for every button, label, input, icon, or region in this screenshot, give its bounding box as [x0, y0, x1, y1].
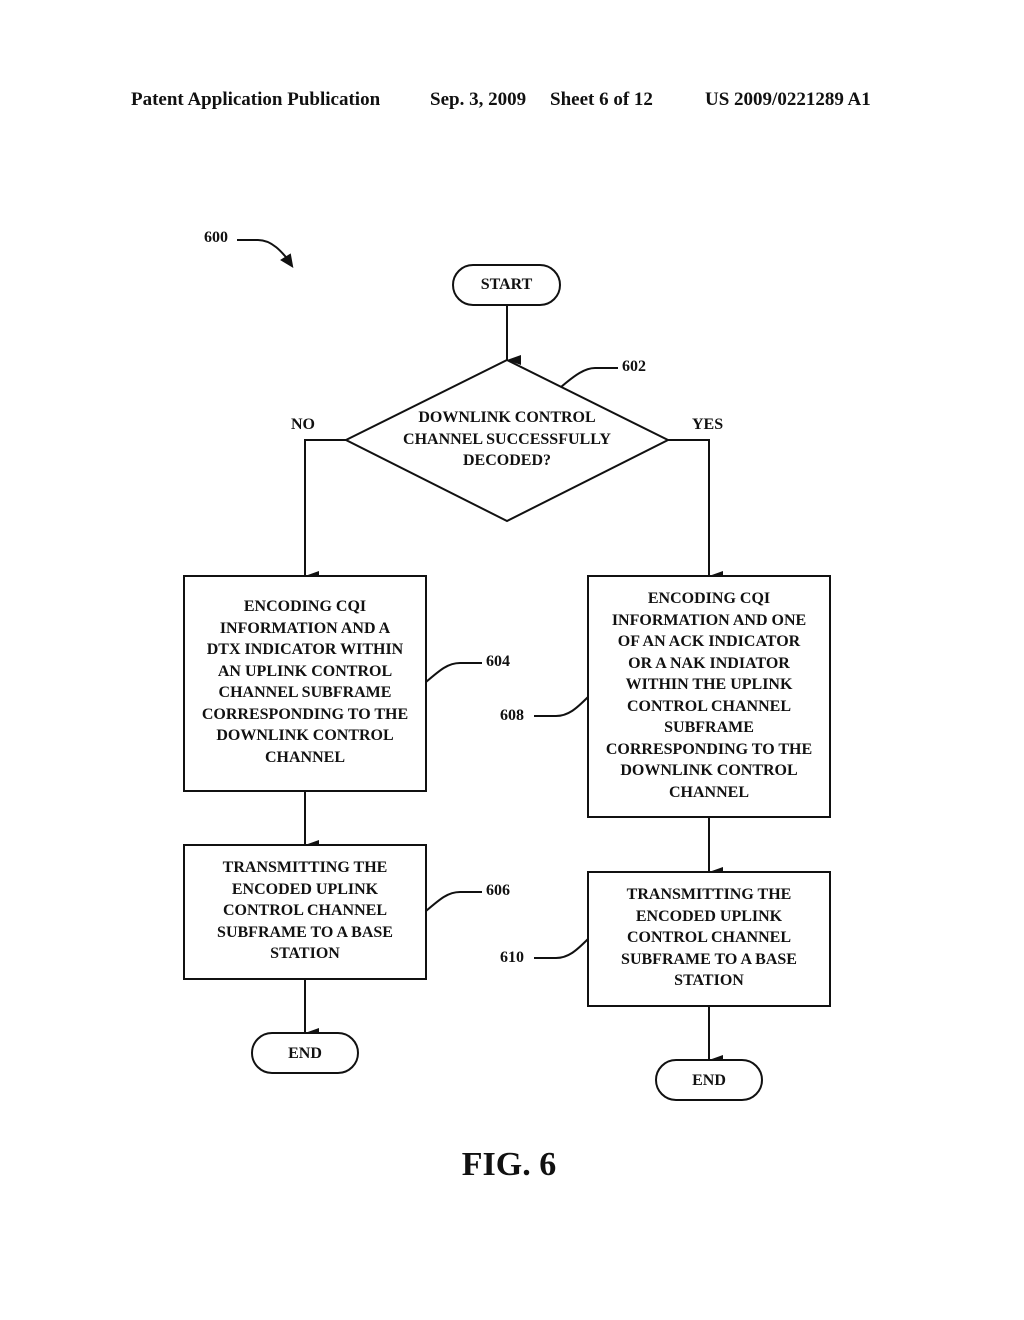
connector-no-branch [304, 439, 346, 581]
step-line: CONTROL CHANNEL [222, 902, 388, 919]
step-line: ENCODED UPLINK [231, 880, 379, 898]
step-line: CHANNEL [668, 783, 749, 801]
step-line: TRANSMITTING THE [222, 859, 388, 876]
leader-602 [560, 367, 618, 388]
step-604-text: ENCODING CQI INFORMATION AND A DTX INDIC… [184, 596, 426, 768]
step-line: AN UPLINK CONTROL [217, 662, 393, 680]
connector-yes-branch [668, 439, 723, 581]
no-branch-label: NO [291, 416, 315, 433]
step-line: TRANSMITTING THE [626, 886, 792, 903]
decision-text: DOWNLINK CONTROL CHANNEL SUCCESSFULLY DE… [357, 407, 657, 472]
step-line: DOWNLINK CONTROL [620, 762, 798, 779]
step-line: CONTROL CHANNEL [626, 929, 792, 946]
step-line: INFORMATION AND A [219, 619, 391, 637]
step-line: WITHIN THE UPLINK [625, 676, 793, 693]
ref-602: 602 [622, 358, 646, 375]
end-right-label: END [692, 1072, 726, 1089]
ref-610: 610 [500, 949, 524, 966]
step-line: CORRESPONDING TO THE [605, 740, 813, 758]
ref-608: 608 [500, 707, 524, 724]
start-terminal-label: START [480, 276, 533, 293]
step-608-text: ENCODING CQI INFORMATION AND ONE OF AN A… [588, 588, 830, 803]
figure-ref-label: 600 [204, 229, 228, 246]
step-line: SUBFRAME TO A BASE [217, 923, 393, 941]
step-line: STATION [270, 945, 340, 962]
step-line: CHANNEL [264, 748, 345, 766]
step-line: ENCODING CQI [647, 590, 771, 607]
step-line: OF AN ACK INDICATOR [617, 633, 801, 650]
step-line: CHANNEL SUBFRAME [218, 684, 392, 701]
end-left-label: END [288, 1045, 322, 1062]
leader-610 [534, 938, 589, 959]
ref-606: 606 [486, 882, 510, 899]
figure-caption: FIG. 6 [461, 1146, 557, 1183]
leader-608 [534, 696, 589, 717]
step-line: OR A NAK INDIATOR [628, 654, 790, 672]
decision-line: DOWNLINK CONTROL [418, 409, 596, 426]
step-line: ENCODED UPLINK [635, 907, 783, 925]
flowchart-canvas [183, 239, 831, 1101]
yes-branch-label: YES [692, 416, 724, 433]
leader-606 [425, 891, 482, 912]
step-line: SUBFRAME TO A BASE [621, 950, 797, 968]
leader-604 [425, 662, 482, 683]
step-line: DTX INDICATOR WITHIN [206, 641, 404, 658]
decision-line: DECODED? [462, 452, 551, 469]
step-line: DOWNLINK CONTROL [216, 727, 394, 744]
figure-ref-arrowhead [280, 253, 294, 268]
step-line: ENCODING CQI [243, 598, 367, 615]
step-line: INFORMATION AND ONE [611, 611, 807, 629]
step-line: SUBFRAME [664, 719, 754, 736]
step-606-text: TRANSMITTING THE ENCODED UPLINK CONTROL … [184, 857, 426, 965]
step-line: STATION [674, 972, 744, 989]
step-610-text: TRANSMITTING THE ENCODED UPLINK CONTROL … [588, 884, 830, 992]
figure-ref-arrow [237, 239, 291, 263]
decision-line: CHANNEL SUCCESSFULLY [403, 430, 611, 448]
step-line: CORRESPONDING TO THE [201, 705, 409, 723]
ref-604: 604 [486, 653, 510, 670]
step-line: CONTROL CHANNEL [626, 697, 792, 715]
